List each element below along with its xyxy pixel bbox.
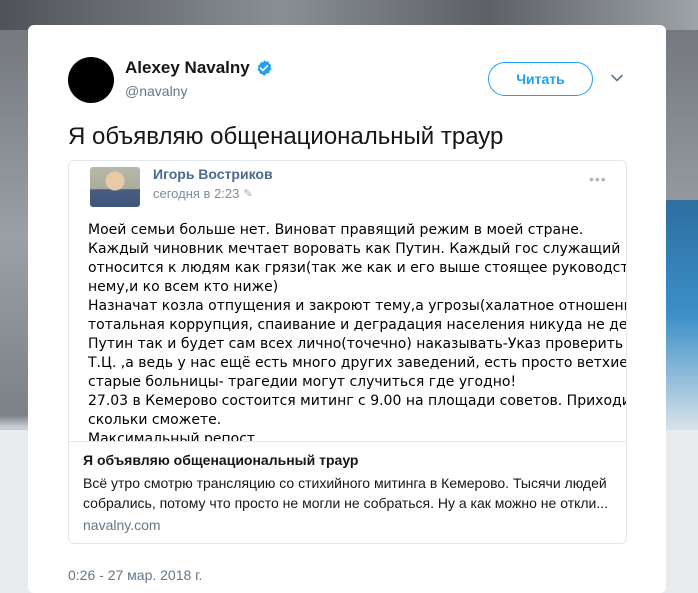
link-card-description-line: Всё утро смотрю трансляцию со стихийного… bbox=[83, 475, 607, 491]
link-card-divider bbox=[69, 441, 626, 442]
link-card-title[interactable]: Я объявляю общенациональный траур bbox=[83, 452, 358, 468]
tweet-timestamp[interactable]: 0:26 - 27 мар. 2018 г. bbox=[68, 567, 202, 583]
post-line: относится к людям как грязи(так же как и… bbox=[88, 260, 626, 276]
author-name[interactable]: Alexey Navalny bbox=[125, 58, 250, 78]
post-author-avatar bbox=[90, 167, 140, 207]
more-options-icon: ••• bbox=[589, 171, 607, 187]
link-card-description-line: собрались, потому что просто не могли не… bbox=[83, 495, 609, 511]
post-line: Моей семьи больше нет. Виноват правящий … bbox=[88, 222, 584, 238]
post-line: старые больницы- трагедии могут случитьс… bbox=[88, 374, 517, 390]
link-card[interactable]: Игорь Востриков сегодня в 2:23 ✎ ••• Мое… bbox=[68, 160, 627, 544]
verified-badge-icon bbox=[257, 60, 272, 76]
post-line: 27.03 в Кемерово состоится митинг с 9.00… bbox=[88, 393, 626, 409]
post-date: сегодня в 2:23 ✎ bbox=[153, 186, 253, 201]
post-line: Максимальный репост. bbox=[88, 431, 260, 441]
post-line: тотальная коррупция, спаивание и деграда… bbox=[88, 317, 626, 333]
follow-button[interactable]: Читать bbox=[488, 62, 593, 96]
post-line: Каждый чиновник мечтает воровать как Пут… bbox=[88, 241, 621, 257]
tweet-card: Alexey Navalny @navalny Читать Я объявля… bbox=[28, 25, 666, 593]
post-line: Т.Ц. ,а ведь у нас ещё есть много других… bbox=[88, 355, 626, 371]
link-card-description: Всё утро смотрю трансляцию со стихийного… bbox=[83, 473, 613, 513]
post-line: Назначат козла отпущения и закроют тему,… bbox=[88, 298, 626, 314]
post-line: Путин так и будет сам всех лично(точечно… bbox=[88, 336, 626, 352]
pencil-icon: ✎ bbox=[243, 188, 253, 200]
author-handle[interactable]: @navalny bbox=[125, 83, 187, 99]
author-name-row[interactable]: Alexey Navalny bbox=[125, 58, 273, 78]
post-body: Моей семьи больше нет. Виноват правящий … bbox=[88, 221, 626, 441]
post-line: скольки сможете. bbox=[88, 412, 222, 428]
post-date-text: сегодня в 2:23 bbox=[153, 186, 240, 201]
author-avatar[interactable] bbox=[68, 57, 114, 103]
tweet-text: Я объявляю общенациональный траур bbox=[68, 123, 504, 150]
post-line: нему,и ко всем кто ниже) bbox=[88, 279, 279, 295]
background-right-sign bbox=[665, 200, 698, 430]
post-author-name: Игорь Востриков bbox=[153, 166, 273, 182]
chevron-down-icon[interactable] bbox=[610, 71, 624, 85]
link-card-domain: navalny.com bbox=[83, 517, 161, 533]
link-card-image: Игорь Востриков сегодня в 2:23 ✎ ••• Мое… bbox=[69, 161, 626, 441]
